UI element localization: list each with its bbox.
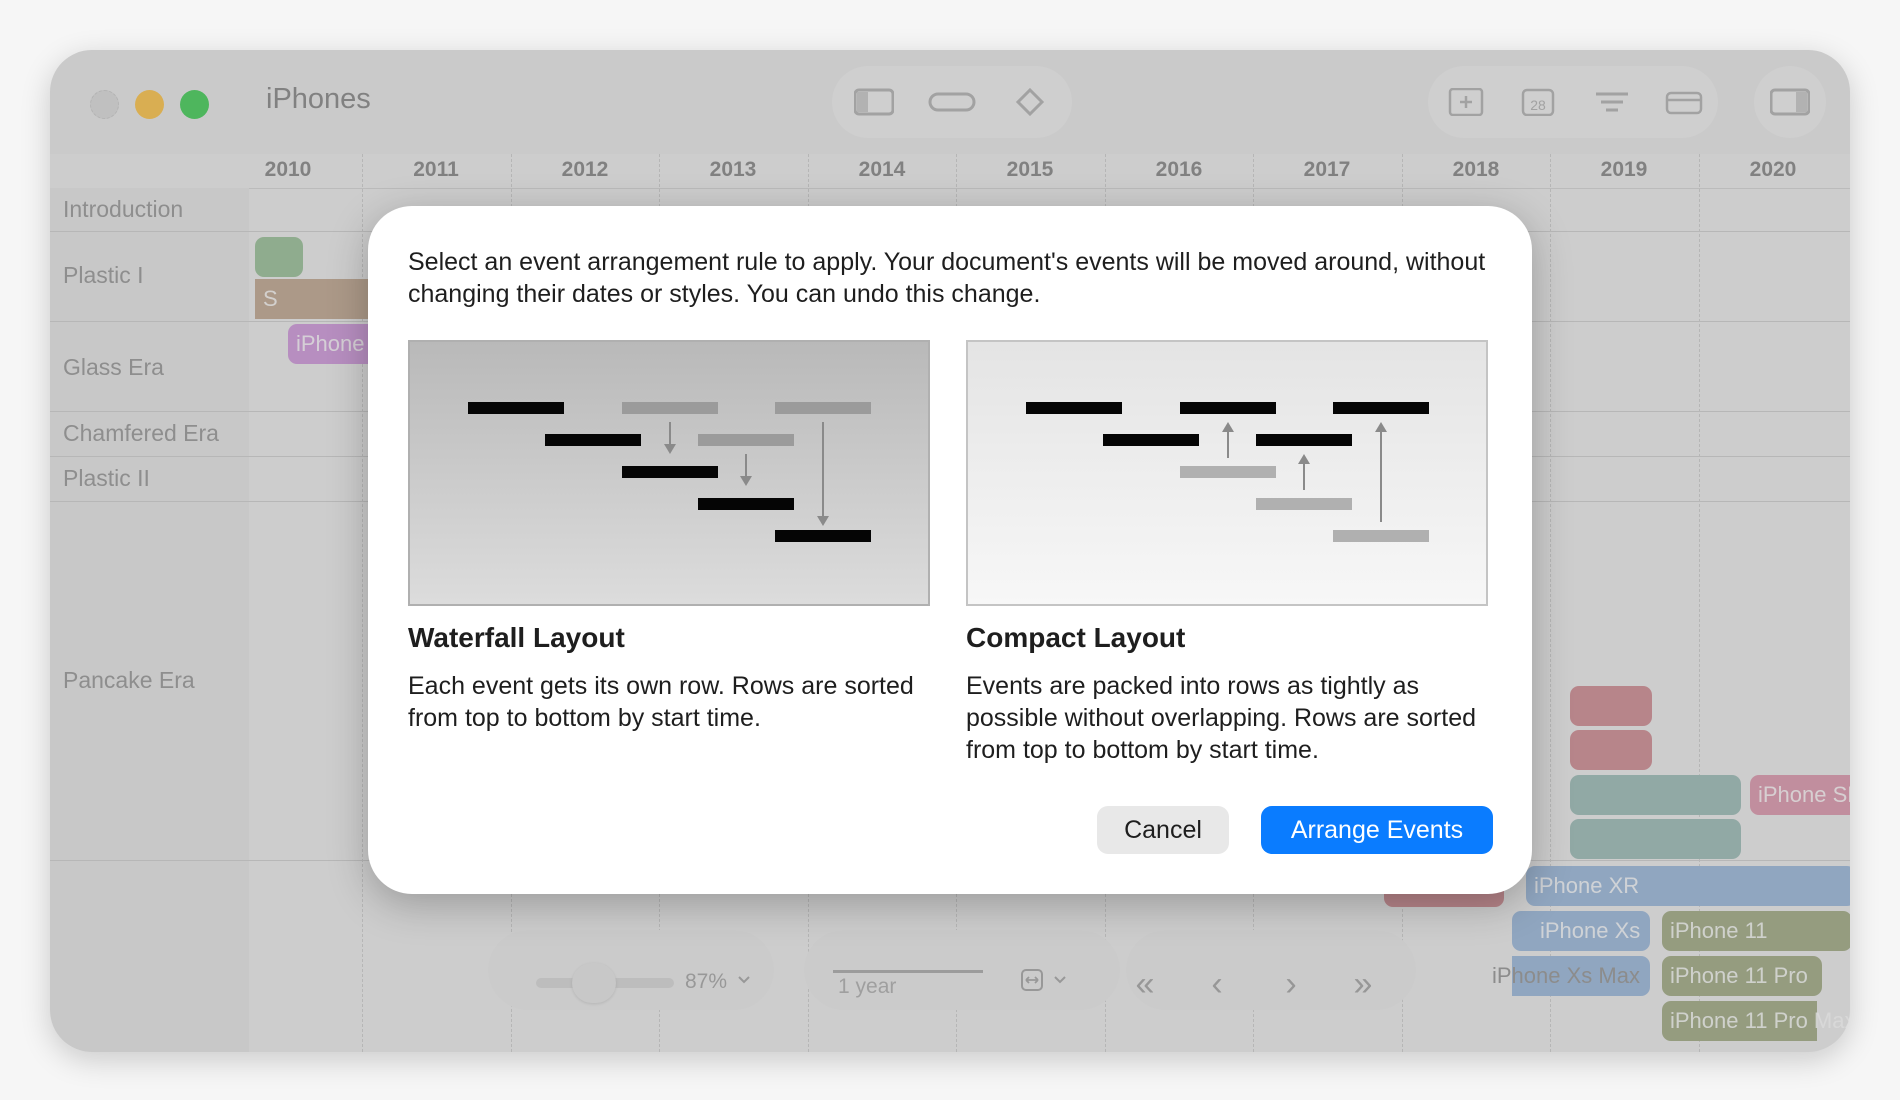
preview-bar [1180, 402, 1276, 414]
waterfall-layout-title: Waterfall Layout [408, 622, 625, 653]
arrow-up-icon [1375, 422, 1387, 522]
preview-bar [622, 402, 718, 414]
compact-layout-description: Events are packed into rows as tightly a… [966, 672, 1476, 764]
preview-bar [468, 402, 564, 414]
preview-bar [545, 434, 641, 446]
preview-bar [1256, 434, 1352, 446]
compact-layout-option[interactable] [966, 340, 1488, 606]
preview-bar [775, 530, 871, 542]
arrow-down-icon [740, 454, 752, 486]
preview-bar [698, 498, 794, 510]
arrange-events-button[interactable]: Arrange Events [1261, 806, 1493, 854]
arrow-down-icon [664, 422, 676, 454]
preview-bar [1333, 402, 1429, 414]
preview-bar [1256, 498, 1352, 510]
dialog-message: Select an event arrangement rule to appl… [408, 248, 1486, 308]
preview-bar [775, 402, 871, 414]
arrow-up-icon [1222, 422, 1234, 458]
preview-bar [622, 466, 718, 478]
cancel-button[interactable]: Cancel [1097, 806, 1229, 854]
preview-bar [698, 434, 794, 446]
arrow-up-icon [1298, 454, 1310, 490]
waterfall-layout-option[interactable] [408, 340, 930, 606]
preview-bar [1180, 466, 1276, 478]
arrange-events-dialog: Select an event arrangement rule to appl… [368, 206, 1532, 894]
preview-bar [1333, 530, 1429, 542]
arrow-down-icon [817, 422, 829, 526]
compact-layout-title: Compact Layout [966, 622, 1186, 653]
preview-bar [1026, 402, 1122, 414]
waterfall-layout-description: Each event gets its own row. Rows are so… [408, 672, 914, 732]
preview-bar [1103, 434, 1199, 446]
